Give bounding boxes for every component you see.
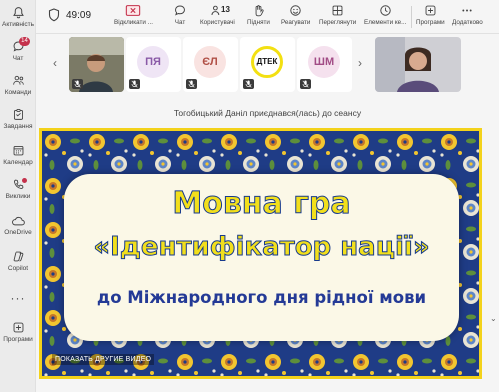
rail-item-teams[interactable]: Команди <box>0 74 36 96</box>
more-label: Додатково <box>452 19 483 26</box>
slide-subtitle: до Міжнародного дня рідної мови <box>96 288 427 307</box>
mic-muted-icon <box>243 79 254 89</box>
rail-item-copilot[interactable]: Copilot <box>0 250 36 272</box>
clipboard-icon <box>13 109 23 120</box>
app-rail: Активність 14 Чат Команди Завдання Кален… <box>0 0 36 392</box>
title-panel: Мовна гра «Ідентифікатор нації» до Міжна… <box>64 174 459 341</box>
participant-tile[interactable]: ШМ <box>297 37 352 92</box>
rooms-label: Елементи ке... <box>364 19 407 26</box>
participant-tile[interactable]: ДТЕК <box>240 37 295 92</box>
copilot-icon <box>13 251 23 262</box>
strip-left-arrow-icon[interactable]: ‹ <box>53 56 57 70</box>
show-other-videos-button[interactable]: ПОКАЗАТЬ ДРУГИЕ ВИДЕО <box>52 354 155 365</box>
raise-hand-label: Підняти <box>247 19 270 26</box>
participant-video-tile[interactable] <box>69 37 124 92</box>
participant-count: 13 <box>221 5 230 14</box>
cloud-icon <box>12 216 25 226</box>
apps-icon <box>425 5 436 16</box>
chat-icon <box>175 5 185 16</box>
stop-sharing-button[interactable]: Відкликати ... <box>114 4 153 26</box>
rail-item-chat[interactable]: 14 Чат <box>0 37 36 62</box>
rail-label-teams: Команди <box>4 89 32 96</box>
more-button[interactable]: Додатково <box>452 4 483 26</box>
mic-muted-icon <box>186 79 197 89</box>
add-app-icon <box>13 322 23 333</box>
rooms-button[interactable]: Елементи ке... <box>364 4 406 26</box>
rail-label-copilot: Copilot <box>7 265 29 272</box>
avatar: ДТЕК <box>251 46 283 78</box>
slide-title-line1: Мовна гра <box>172 186 351 222</box>
self-video-icon <box>375 37 461 92</box>
calls-notification-dot <box>22 178 27 183</box>
rooms-icon <box>380 5 391 16</box>
participant-tile[interactable]: ПЯ <box>126 37 181 92</box>
rail-label-onedrive: OneDrive <box>4 229 32 236</box>
avatar: ШМ <box>308 46 340 78</box>
rail-item-activity[interactable]: Активність <box>0 6 36 28</box>
strip-right-arrow-icon[interactable]: › <box>358 56 362 70</box>
rail-label-apps: Програми <box>3 336 33 343</box>
mic-muted-icon <box>129 79 140 89</box>
meeting-toolbar: 49:09 Відкликати ... Чат 13 Користувачі … <box>36 0 499 34</box>
people-button[interactable]: 13 Користувачі <box>200 4 235 26</box>
view-icon <box>332 5 343 16</box>
rail-label-calendar: Календар <box>3 159 33 166</box>
rail-item-calls[interactable]: Виклики <box>0 178 36 200</box>
apps-label: Програми <box>416 19 445 26</box>
raise-hand-icon <box>255 5 264 17</box>
view-button[interactable]: Переглянути <box>319 4 356 26</box>
toolbar-divider <box>411 6 412 28</box>
join-notification: Тогобицький Даніл приєднався(лась) до се… <box>173 108 362 118</box>
chat-badge: 14 <box>19 37 30 46</box>
rail-item-onedrive[interactable]: OneDrive <box>0 215 36 236</box>
raise-hand-button[interactable]: Підняти <box>247 4 270 26</box>
meeting-timer: 49:09 <box>66 10 92 21</box>
rail-label-activity: Активність <box>2 21 34 28</box>
scroll-down-chevron-icon[interactable]: ⌄ <box>490 314 497 323</box>
stop-sharing-label: Відкликати ... <box>114 19 153 26</box>
rail-label-chat: Чат <box>12 55 24 62</box>
avatar: ЄЛ <box>194 46 226 78</box>
mic-muted-icon <box>72 79 83 89</box>
rail-label-calls: Виклики <box>5 193 31 200</box>
apps-button[interactable]: Програми <box>416 4 445 26</box>
participant-tile[interactable]: ЄЛ <box>183 37 238 92</box>
chat-label: Чат <box>174 19 186 26</box>
avatar: ПЯ <box>137 46 169 78</box>
view-label: Переглянути <box>319 19 357 26</box>
bell-icon <box>12 7 24 19</box>
rail-item-tasks[interactable]: Завдання <box>0 108 36 130</box>
react-label: Реагувати <box>281 19 311 26</box>
shared-screen[interactable]: Мовна гра «Ідентифікатор нації» до Міжна… <box>39 128 482 379</box>
slide-title-line2: «Ідентифікатор нації» <box>93 232 430 263</box>
rail-more-button[interactable]: ··· <box>0 291 36 305</box>
shield-icon[interactable] <box>48 8 60 22</box>
share-stop-icon <box>126 5 141 16</box>
participant-strip: ‹ ПЯ ЄЛ ДТЕК ШМ › <box>36 34 499 96</box>
people-label: Користувачі <box>200 19 235 26</box>
calendar-icon <box>13 145 23 156</box>
react-icon <box>290 5 301 16</box>
rail-label-tasks: Завдання <box>3 123 33 130</box>
react-button[interactable]: Реагувати <box>281 4 310 26</box>
rail-item-apps[interactable]: Програми <box>0 321 36 343</box>
teams-icon <box>12 75 24 85</box>
chat-button[interactable]: Чат <box>173 4 187 26</box>
mic-muted-icon <box>300 79 311 89</box>
more-icon <box>462 9 472 12</box>
rail-item-calendar[interactable]: Календар <box>0 144 36 166</box>
self-video-tile[interactable] <box>375 37 461 92</box>
